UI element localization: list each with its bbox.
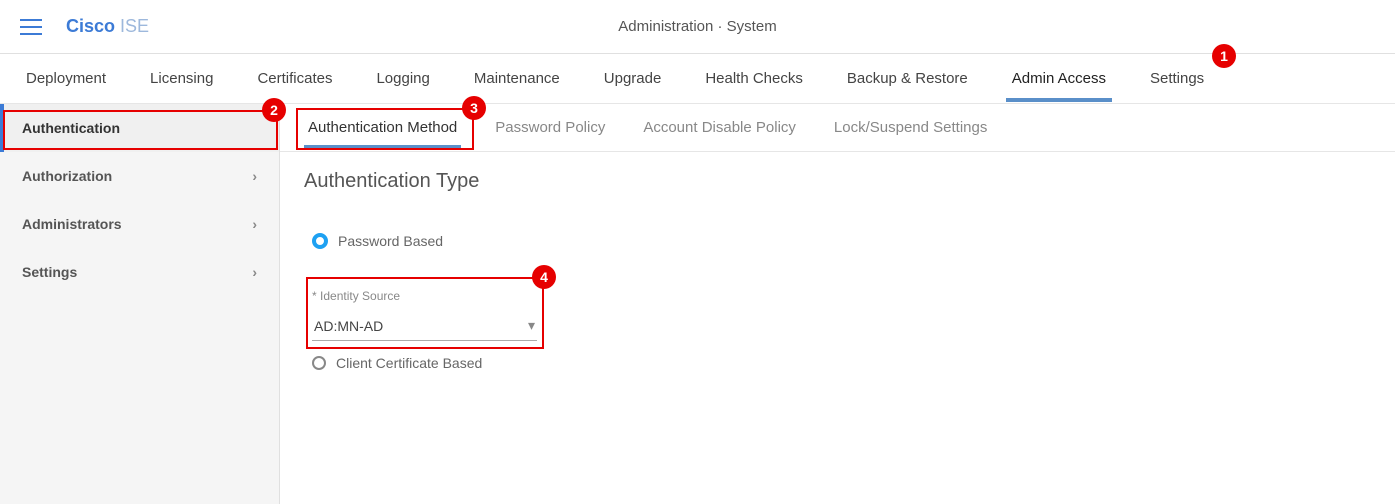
topnav-logging[interactable]: Logging (370, 56, 435, 101)
sidebar-item-administrators[interactable]: Administrators › (0, 200, 279, 248)
sidebar-item-authorization[interactable]: Authorization › (0, 152, 279, 200)
topnav-health-checks[interactable]: Health Checks (699, 56, 809, 101)
subtab-account-disable[interactable]: Account Disable Policy (639, 107, 800, 148)
menu-icon[interactable] (20, 19, 42, 35)
top-nav: Deployment Licensing Certificates Loggin… (0, 54, 1395, 104)
callout-marker-4: 4 (532, 265, 556, 289)
sidebar-item-authentication[interactable]: Authentication (0, 104, 279, 152)
brand-ise: ISE (115, 16, 149, 36)
radio-client-cert-based[interactable]: Client Certificate Based (312, 355, 1371, 371)
brand-logo: Cisco ISE (66, 16, 149, 37)
subtab-password-policy[interactable]: Password Policy (491, 107, 609, 148)
brand-cisco: Cisco (66, 16, 115, 36)
field-label: Identity Source (312, 289, 537, 303)
auth-type-section: Authentication Type Password Based Ident… (280, 152, 1395, 389)
chevron-right-icon: › (252, 168, 257, 184)
callout-marker-2: 2 (262, 98, 286, 122)
topnav-backup-restore[interactable]: Backup & Restore (841, 56, 974, 101)
chevron-right-icon: › (252, 216, 257, 232)
topnav-certificates[interactable]: Certificates (251, 56, 338, 101)
sidebar-item-label: Administrators (22, 216, 122, 232)
subtab-auth-method[interactable]: Authentication Method (304, 107, 461, 148)
topnav-deployment[interactable]: Deployment (20, 56, 112, 101)
radio-selected-icon (312, 233, 328, 249)
chevron-down-icon: ▾ (528, 317, 535, 334)
subtabs: Authentication Method Password Policy Ac… (280, 104, 1395, 152)
subtab-lock-suspend[interactable]: Lock/Suspend Settings (830, 107, 991, 148)
section-title: Authentication Type (304, 170, 1371, 193)
identity-source-field: Identity Source AD:MN-AD ▾ 4 (312, 289, 537, 341)
topnav-settings[interactable]: Settings (1144, 56, 1210, 101)
topnav-maintenance[interactable]: Maintenance (468, 56, 566, 101)
radio-label: Password Based (338, 233, 443, 249)
sidebar-item-label: Authorization (22, 168, 112, 184)
radio-password-based[interactable]: Password Based (312, 233, 1371, 249)
app-header: Cisco ISE Administration · System (0, 0, 1395, 54)
callout-marker-3: 3 (462, 96, 486, 120)
main-layout: Authentication Authorization › Administr… (0, 104, 1395, 504)
sidebar-item-label: Authentication (22, 120, 120, 136)
radio-label: Client Certificate Based (336, 355, 482, 371)
radio-unselected-icon (312, 356, 326, 370)
chevron-right-icon: › (252, 264, 257, 280)
sidebar-item-settings[interactable]: Settings › (0, 248, 279, 296)
main-content: Authentication Method Password Policy Ac… (280, 104, 1395, 504)
topnav-admin-access[interactable]: Admin Access (1006, 56, 1112, 101)
callout-marker-1: 1 (1212, 44, 1236, 68)
topnav-upgrade[interactable]: Upgrade (598, 56, 668, 101)
sidebar: Authentication Authorization › Administr… (0, 104, 280, 504)
select-value: AD:MN-AD (314, 318, 383, 334)
topnav-licensing[interactable]: Licensing (144, 56, 219, 101)
identity-source-select[interactable]: AD:MN-AD ▾ (312, 311, 537, 341)
breadcrumb: Administration · System (618, 18, 776, 35)
sidebar-item-label: Settings (22, 264, 77, 280)
